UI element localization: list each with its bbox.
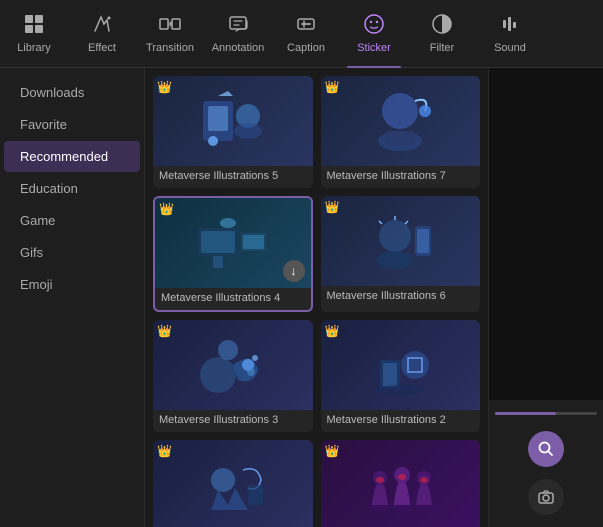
sticker-icon bbox=[363, 13, 385, 38]
toolbar-annotation-label: Annotation bbox=[212, 42, 265, 54]
sound-icon bbox=[499, 13, 521, 38]
sticker-thumb-metaverse1: 👑 bbox=[153, 440, 313, 527]
sticker-grid: 👑 Metaverse Illustrations 5 👑 bbox=[153, 76, 480, 527]
sticker-item-metaverse6[interactable]: 👑 Metaverse Illustrations 6 bbox=[321, 196, 481, 312]
sticker-item-metaverse2[interactable]: 👑 Metaverse Illustrations 2 bbox=[321, 320, 481, 432]
crown-icon-metaverse4: 👑 bbox=[159, 202, 174, 216]
sticker-thumb-metaverse7: 👑 bbox=[321, 76, 481, 166]
search-button[interactable] bbox=[528, 431, 564, 467]
sidebar: Downloads Favorite Recommended Education… bbox=[0, 68, 145, 527]
sidebar-item-gifs[interactable]: Gifs bbox=[4, 237, 140, 268]
transition-icon bbox=[159, 13, 181, 38]
timeline-bar bbox=[495, 412, 598, 415]
sticker-item-metaverse3[interactable]: 👑 Metaverse Illustrations 3 bbox=[153, 320, 313, 432]
toolbar-sound[interactable]: Sound bbox=[476, 4, 544, 64]
sidebar-item-recommended[interactable]: Recommended bbox=[4, 141, 140, 172]
toolbar-transition[interactable]: Transition bbox=[136, 4, 204, 64]
toolbar-filter[interactable]: Filter bbox=[408, 4, 476, 64]
toolbar-caption[interactable]: Caption bbox=[272, 4, 340, 64]
crown-icon-metaverse2: 👑 bbox=[325, 324, 340, 338]
sticker-thumb-metaverse4: 👑 ↓ bbox=[155, 198, 311, 288]
crown-icon-metaverse3: 👑 bbox=[157, 324, 172, 338]
sticker-thumb-metaverse6: 👑 bbox=[321, 196, 481, 286]
crown-icon-metaverse5: 👑 bbox=[157, 80, 172, 94]
filter-icon bbox=[431, 13, 453, 38]
right-panel bbox=[488, 68, 603, 527]
toolbar-caption-label: Caption bbox=[287, 42, 325, 54]
sticker-label-metaverse2: Metaverse Illustrations 2 bbox=[321, 410, 481, 432]
crown-icon-metaverse7: 👑 bbox=[325, 80, 340, 94]
sticker-thumb-metaverse2: 👑 bbox=[321, 320, 481, 410]
sticker-item-metaverse1[interactable]: 👑 Metaverse Illustrations 1 bbox=[153, 440, 313, 527]
crown-icon-maskman: 👑 bbox=[325, 444, 340, 458]
library-icon bbox=[23, 13, 45, 38]
preview-area bbox=[489, 68, 603, 400]
sticker-label-metaverse5: Metaverse Illustrations 5 bbox=[153, 166, 313, 188]
camera-button[interactable] bbox=[528, 479, 564, 515]
toolbar-effect[interactable]: Effect bbox=[68, 4, 136, 64]
toolbar-annotation[interactable]: Annotation bbox=[204, 4, 272, 64]
annotation-icon bbox=[227, 13, 249, 38]
toolbar-sticker-label: Sticker bbox=[357, 42, 391, 54]
toolbar-library[interactable]: Library bbox=[0, 4, 68, 64]
sidebar-item-game[interactable]: Game bbox=[4, 205, 140, 236]
main-area: Downloads Favorite Recommended Education… bbox=[0, 68, 603, 527]
sticker-label-metaverse6: Metaverse Illustrations 6 bbox=[321, 286, 481, 308]
crown-icon-metaverse6: 👑 bbox=[325, 200, 340, 214]
crown-icon-metaverse1: 👑 bbox=[157, 444, 172, 458]
sidebar-item-emoji[interactable]: Emoji bbox=[4, 269, 140, 300]
effect-icon bbox=[91, 13, 113, 38]
caption-icon bbox=[295, 13, 317, 38]
sticker-thumb-maskman: 👑 bbox=[321, 440, 481, 527]
toolbar-sound-label: Sound bbox=[494, 42, 526, 54]
toolbar-library-label: Library bbox=[17, 42, 51, 54]
toolbar-sticker[interactable]: Sticker bbox=[340, 4, 408, 64]
sticker-item-metaverse4[interactable]: 👑 ↓ Metaverse Illustrations 4 bbox=[153, 196, 313, 312]
toolbar: Library Effect Transition bbox=[0, 0, 603, 68]
sticker-grid-area: 👑 Metaverse Illustrations 5 👑 bbox=[145, 68, 488, 527]
sticker-item-metaverse5[interactable]: 👑 Metaverse Illustrations 5 bbox=[153, 76, 313, 188]
sticker-item-metaverse7[interactable]: 👑 Metaverse Illustrations 7 bbox=[321, 76, 481, 188]
sticker-thumb-metaverse3: 👑 bbox=[153, 320, 313, 410]
sidebar-item-downloads[interactable]: Downloads bbox=[4, 77, 140, 108]
timeline-fill bbox=[495, 412, 557, 415]
sidebar-item-education[interactable]: Education bbox=[4, 173, 140, 204]
toolbar-filter-label: Filter bbox=[430, 42, 454, 54]
sticker-label-metaverse3: Metaverse Illustrations 3 bbox=[153, 410, 313, 432]
toolbar-transition-label: Transition bbox=[146, 42, 194, 54]
sticker-label-metaverse7: Metaverse Illustrations 7 bbox=[321, 166, 481, 188]
sidebar-item-favorite[interactable]: Favorite bbox=[4, 109, 140, 140]
sticker-label-metaverse4: Metaverse Illustrations 4 bbox=[155, 288, 311, 310]
sticker-thumb-metaverse5: 👑 bbox=[153, 76, 313, 166]
toolbar-effect-label: Effect bbox=[88, 42, 116, 54]
download-icon-metaverse4[interactable]: ↓ bbox=[283, 260, 305, 282]
sticker-item-maskman[interactable]: 👑 bbox=[321, 440, 481, 527]
